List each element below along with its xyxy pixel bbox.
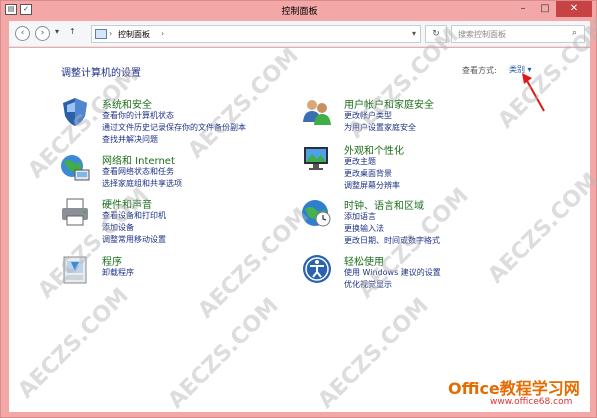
up-button[interactable]: ↑ <box>69 27 76 36</box>
brand-url: www.office68.com <box>490 397 573 407</box>
users-icon[interactable] <box>301 96 333 128</box>
maximize-button[interactable]: □ <box>534 1 556 17</box>
window-frame: ▤ ✓ 控制面板 – □ ✕ ‹ › ▾ ↑ › 控制面板 › ▾ ↻ ⌕ 调整… <box>0 0 597 418</box>
brand-name: Office教程学习网 <box>448 379 580 398</box>
category-appearance: 外观和个性化 更改主题 更改桌面背景 调整屏幕分辨率 <box>301 142 541 192</box>
category-link[interactable]: 更改主题 <box>344 156 376 167</box>
view-by-label: 查看方式: <box>462 66 497 75</box>
category-link[interactable]: 查看网络状态和任务 <box>102 166 174 177</box>
forward-button[interactable]: › <box>35 26 50 41</box>
category-link[interactable]: 调整屏幕分辨率 <box>344 180 400 191</box>
appearance-icon[interactable] <box>301 142 333 174</box>
chevron-down-icon[interactable]: ▾ <box>412 29 416 38</box>
category-title[interactable]: 程序 <box>102 253 122 268</box>
category-network-internet: 网络和 Internet 查看网络状态和任务 选择家庭组和共享选项 <box>59 152 299 192</box>
printer-icon[interactable] <box>59 196 91 228</box>
site-brand: Office教程学习网 www.office68.com <box>448 375 580 407</box>
category-link[interactable]: 卸载程序 <box>102 267 134 278</box>
minimize-button[interactable]: – <box>512 1 534 17</box>
recent-dropdown-icon[interactable]: ▾ <box>55 27 59 36</box>
control-panel-icon <box>95 29 107 39</box>
category-link[interactable]: 更改桌面背景 <box>344 168 392 179</box>
ease-of-access-icon[interactable] <box>301 253 333 285</box>
category-link[interactable]: 添加语言 <box>344 211 376 222</box>
category-link[interactable]: 选择家庭组和共享选项 <box>102 178 182 189</box>
chevron-right-icon[interactable]: › <box>161 29 164 38</box>
category-title[interactable]: 网络和 Internet <box>102 152 175 167</box>
breadcrumb[interactable]: 控制面板 <box>118 29 150 40</box>
chevron-right-icon[interactable]: › <box>109 29 112 38</box>
navigation-toolbar: ‹ › ▾ ↑ › 控制面板 › ▾ ↻ ⌕ <box>9 21 590 47</box>
search-input[interactable] <box>451 25 585 43</box>
category-link[interactable]: 更换输入法 <box>344 223 384 234</box>
close-button[interactable]: ✕ <box>556 1 592 17</box>
category-title[interactable]: 外观和个性化 <box>344 142 404 157</box>
back-button[interactable]: ‹ <box>15 26 30 41</box>
window-title: 控制面板 <box>281 7 318 17</box>
address-bar[interactable]: › 控制面板 › ▾ <box>91 25 421 43</box>
title-bar: ▤ ✓ 控制面板 – □ ✕ <box>1 1 597 19</box>
category-title[interactable]: 时钟、语言和区域 <box>344 197 424 212</box>
category-link[interactable]: 查找并解决问题 <box>102 134 158 145</box>
